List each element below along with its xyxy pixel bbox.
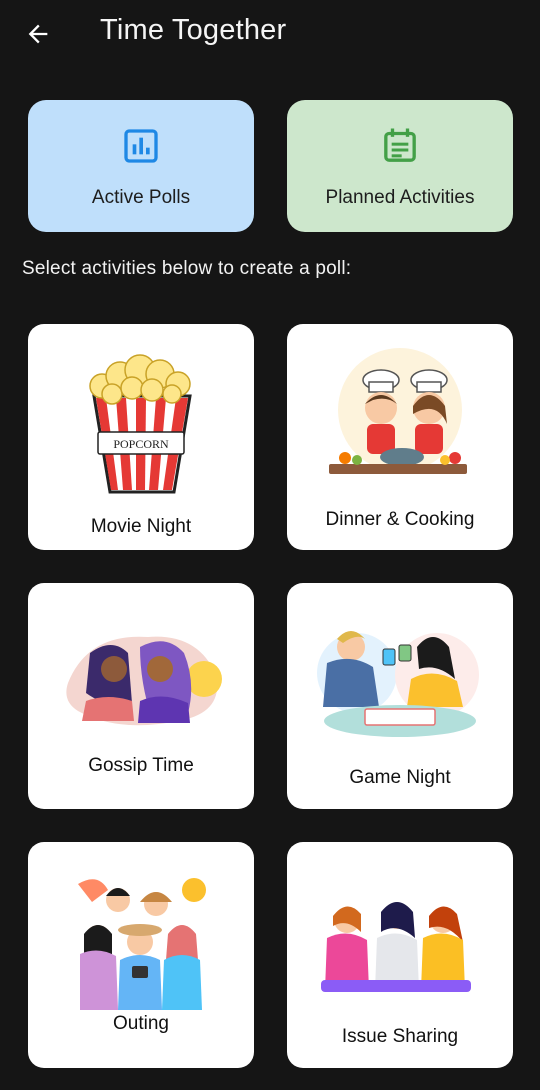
activity-label: Gossip Time [88,755,194,776]
activity-card-gossip-time[interactable]: Gossip Time [28,583,254,809]
activity-label: Game Night [349,767,451,788]
activity-card-movie-night[interactable]: POPCORN Movie Night [28,324,254,550]
popcorn-text: POPCORN [113,437,169,451]
section-instruction: Select activities below to create a poll… [22,258,352,279]
arrow-left-icon [28,24,48,44]
activity-label: Issue Sharing [341,1026,459,1047]
planned-activities-button[interactable]: Planned Activities [287,100,513,232]
back-button[interactable] [18,14,58,54]
activity-card-game-night[interactable]: Game Night [287,583,513,809]
activity-label: Dinner & Cooking [325,509,475,530]
bar-chart-icon [120,125,162,167]
event-note-icon [379,125,421,167]
active-polls-button[interactable]: Active Polls [28,100,254,232]
activity-card-outing[interactable]: Outing [28,842,254,1068]
app-bar: Time Together [0,0,540,68]
activity-label: Movie Night [90,516,192,537]
activity-label: Outing [113,1013,169,1034]
planned-activities-label: Planned Activities [325,187,475,208]
activity-card-dinner-cooking[interactable]: Dinner & Cooking [287,324,513,550]
activity-card-issue-sharing[interactable]: Issue Sharing [287,842,513,1068]
page-title: Time Together [100,14,287,46]
active-polls-label: Active Polls [91,187,191,208]
